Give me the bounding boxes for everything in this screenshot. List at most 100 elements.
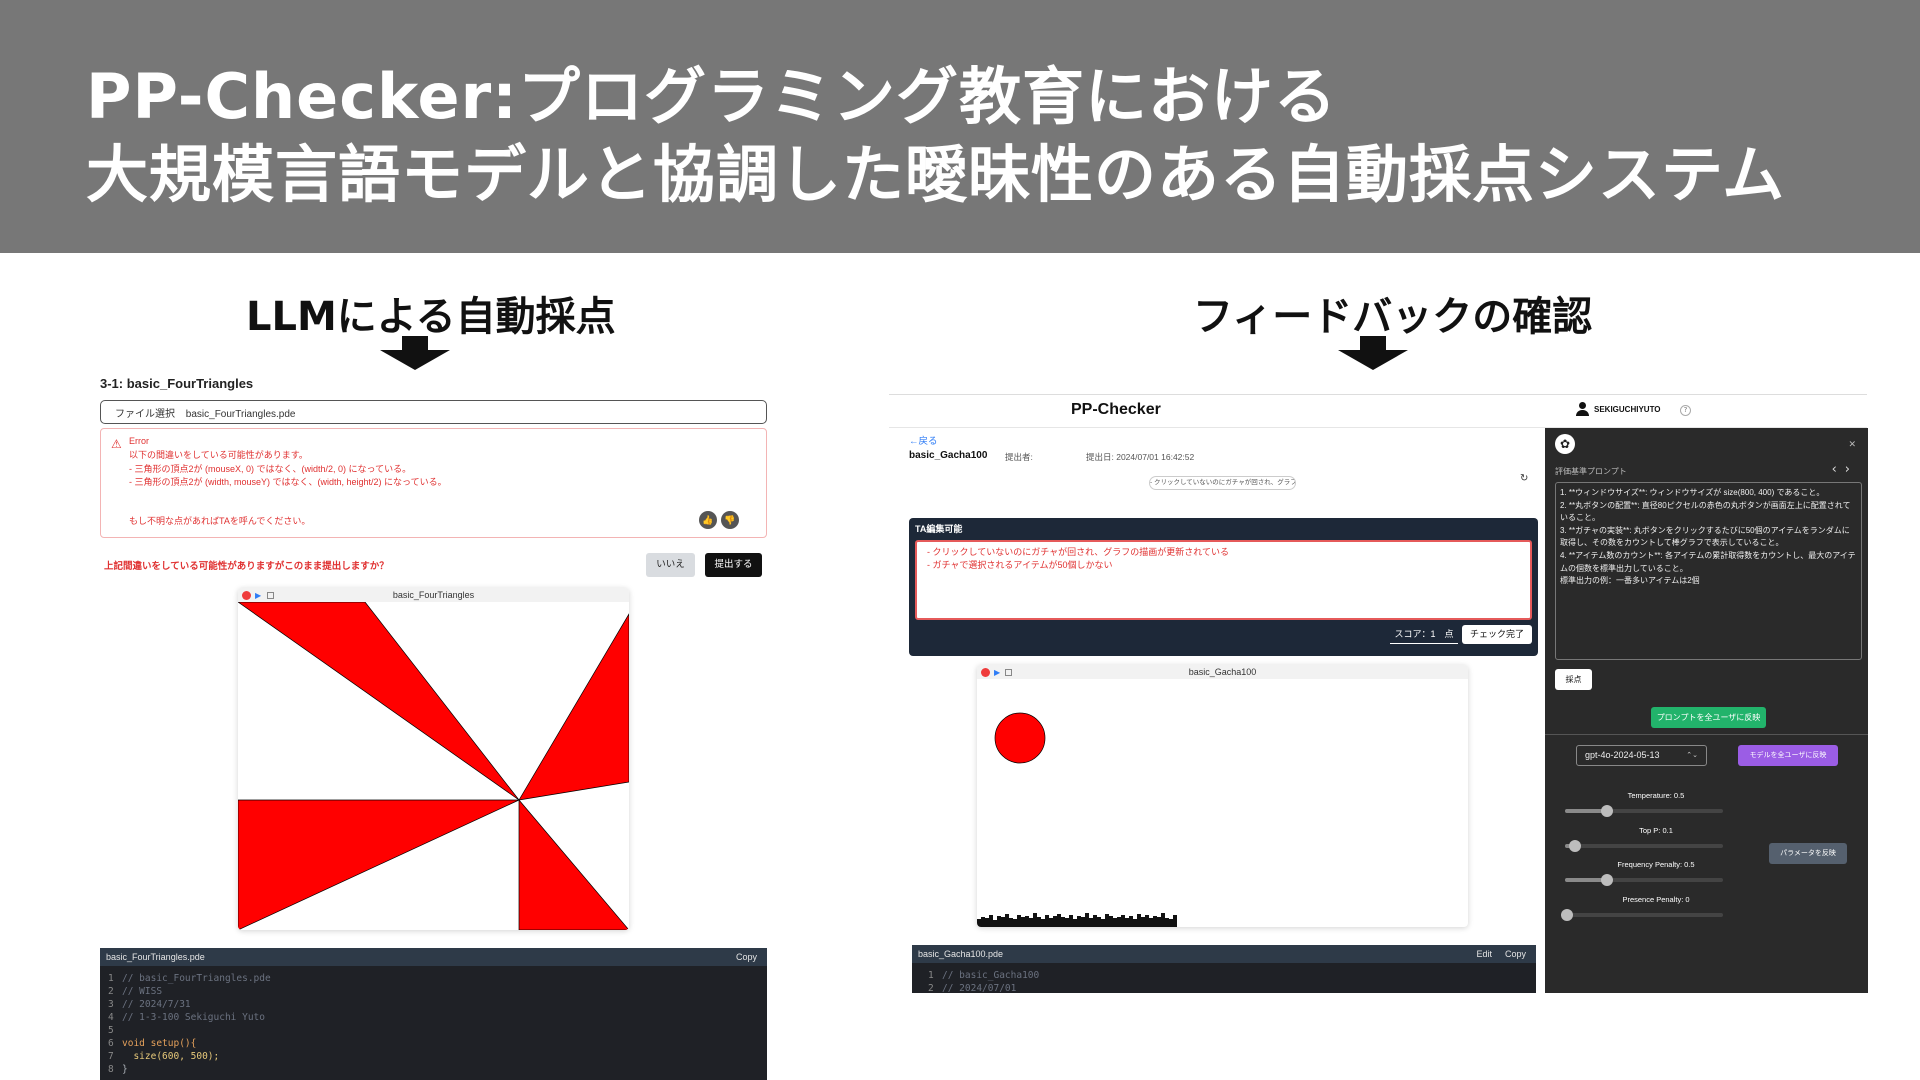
header-top-divider xyxy=(889,394,1867,395)
top-p-slider[interactable] xyxy=(1565,840,1723,852)
code-lines: 1// basic_Gacha100 2// 2024/07/01 xyxy=(928,969,1039,993)
error-title: Error xyxy=(129,436,149,446)
ta-feedback-line: - クリックしていないのにガチャが回され、グラフの描画が更新されている xyxy=(927,547,1229,557)
top-p-label: Top P: 0.1 xyxy=(1639,826,1673,835)
histogram-bar xyxy=(1077,916,1081,927)
title-banner: PP-Checker:プログラミング教育における 大規模言語モデルと協調した曖昧… xyxy=(0,0,1920,253)
back-link[interactable]: ←戻る xyxy=(909,433,938,447)
thumbs-up-icon[interactable]: 👍 xyxy=(699,511,717,529)
code-line: 4// 1-3-100 Sekiguchi Yuto xyxy=(108,1012,265,1023)
histogram-bar xyxy=(997,916,1001,927)
histogram-bar xyxy=(1145,915,1149,927)
stop-icon[interactable] xyxy=(267,592,274,599)
play-icon[interactable]: ▶ xyxy=(255,589,261,603)
temperature-slider[interactable] xyxy=(1565,805,1723,817)
histogram-bar xyxy=(1109,916,1113,927)
gacha-code-viewer: basic_Gacha100.pde Edit Copy 1// basic_G… xyxy=(912,945,1536,993)
copy-button[interactable]: Copy xyxy=(736,948,757,966)
stop-dot-icon[interactable] xyxy=(981,668,990,677)
error-line: - 三角形の頂点2が (mouseX, 0) ではなく、(width/2, 0)… xyxy=(129,463,412,474)
histogram-bar xyxy=(1021,917,1025,927)
edit-button[interactable]: Edit xyxy=(1476,945,1492,963)
feedback-pill[interactable]: - クリックしていないのにガチャが回され、グラフ... xyxy=(1149,476,1296,490)
presence-penalty-slider[interactable] xyxy=(1561,909,1723,921)
slider-knob[interactable] xyxy=(1600,805,1613,817)
histogram-bar xyxy=(1121,915,1125,927)
frequency-penalty-slider[interactable] xyxy=(1565,874,1723,886)
histogram-bar xyxy=(1081,917,1085,927)
grade-button[interactable]: 採点 xyxy=(1555,669,1592,690)
histogram-bar xyxy=(1053,916,1057,927)
histogram-bar xyxy=(1125,918,1129,927)
prompt-label: 評価基準プロンプト xyxy=(1555,467,1627,476)
assignment-name: basic_Gacha100 xyxy=(909,450,988,461)
prompt-line: 4. **アイテム数のカウント**: 各アイテムの累計取得数をカウントし、最大の… xyxy=(1560,550,1856,573)
refresh-icon[interactable]: ↻ xyxy=(1520,473,1528,484)
code-line: 8} xyxy=(108,1064,128,1075)
slider-knob[interactable] xyxy=(1561,909,1573,921)
sketch-title: basic_FourTriangles xyxy=(392,590,475,600)
prompt-line: 1. **ウィンドウサイズ**: ウィンドウサイズが size(800, 400… xyxy=(1560,488,1825,497)
frequency-penalty-label: Frequency Penalty: 0.5 xyxy=(1617,860,1695,869)
code-line: 6 void setup(){ xyxy=(108,1038,197,1049)
left-section-title: LLMによる自動採点 xyxy=(246,294,616,340)
model-select[interactable]: gpt-4o-2024-05-13 ⌃⌄ xyxy=(1576,745,1707,766)
criteria-prompt-textarea[interactable]: 1. **ウィンドウサイズ**: ウィンドウサイズが size(800, 400… xyxy=(1555,482,1862,660)
app-brand[interactable]: PP-Checker xyxy=(1071,401,1161,419)
stop-dot-icon[interactable] xyxy=(242,591,251,600)
triangle-top xyxy=(238,602,520,801)
histogram-bar xyxy=(1085,913,1089,927)
submitted-date: 提出日: 2024/07/01 16:42:52 xyxy=(1086,452,1195,462)
stop-icon[interactable] xyxy=(1005,669,1012,676)
close-icon[interactable]: ✕ xyxy=(1848,440,1856,450)
histogram-bars xyxy=(977,913,1177,927)
prompt-line: 標準出力の例：一番多いアイテムは2個 xyxy=(1560,576,1700,586)
temperature-label: Temperature: 0.5 xyxy=(1627,791,1685,800)
apply-prompt-button[interactable]: プロンプトを全ユーザに反映 xyxy=(1651,707,1766,728)
banner-title-line1: PP-Checker:プログラミング教育における xyxy=(86,60,1337,133)
histogram-bar xyxy=(1029,918,1033,927)
submitter-label: 提出者: xyxy=(1005,452,1033,462)
score-input[interactable]: スコア：1 点 xyxy=(1390,625,1458,644)
code-line: 2// WISS xyxy=(108,986,163,997)
thumbs-down-icon[interactable]: 👎 xyxy=(721,511,739,529)
prompt-nav-arrows[interactable]: ‹› xyxy=(1832,462,1858,477)
apply-params-button[interactable]: パラメータを反映 xyxy=(1769,843,1847,864)
submit-button[interactable]: 提出する xyxy=(705,553,762,577)
histogram-bar xyxy=(1101,919,1105,927)
error-alert: ⚠ Error 以下の間違いをしている可能性があります。 - 三角形の頂点2が … xyxy=(100,428,767,538)
four-triangles-canvas xyxy=(238,602,629,930)
histogram-bar xyxy=(1161,913,1165,927)
banner-title-line2: 大規模言語モデルと協調した曖昧性のある自動採点システム xyxy=(86,138,1786,211)
histogram-bar xyxy=(981,917,985,927)
code-line: 2// 2024/07/01 xyxy=(928,983,1017,993)
slider-knob[interactable] xyxy=(1600,874,1613,886)
histogram-bar xyxy=(1165,918,1169,927)
sketch-title: basic_Gacha100 xyxy=(1188,667,1257,677)
play-icon[interactable]: ▶ xyxy=(994,666,1000,680)
file-select-label: ファイル選択 xyxy=(115,409,175,420)
slider-knob[interactable] xyxy=(1568,840,1581,852)
ta-feedback-textarea[interactable]: - クリックしていないのにガチャが回され、グラフの描画が更新されている - ガチ… xyxy=(915,540,1532,620)
histogram-bar xyxy=(1137,914,1141,927)
histogram-bar xyxy=(1041,919,1045,927)
code-filename: basic_FourTriangles.pde xyxy=(106,952,205,962)
sketch-titlebar: ▶ basic_FourTriangles xyxy=(238,588,629,602)
help-icon[interactable]: ? xyxy=(1680,405,1691,416)
right-section-title: フィードバックの確認 xyxy=(1193,294,1593,340)
histogram-bar xyxy=(1065,918,1069,927)
file-select-field[interactable]: ファイル選択 basic_FourTriangles.pde xyxy=(100,400,767,424)
histogram-bar xyxy=(1113,918,1117,927)
apply-model-button[interactable]: モデルを全ユーザに反映 xyxy=(1738,745,1838,766)
histogram-bar xyxy=(1133,919,1137,927)
llm-settings-panel: ✿ ✕ 評価基準プロンプト ‹› 1. **ウィンドウサイズ**: ウィンドウサ… xyxy=(1545,428,1868,993)
check-complete-button[interactable]: チェック完了 xyxy=(1462,625,1532,644)
no-button[interactable]: いいえ xyxy=(646,553,695,577)
triangle-left xyxy=(238,799,520,930)
histogram-bar xyxy=(993,920,997,927)
presence-penalty-label: Presence Penalty: 0 xyxy=(1622,895,1690,904)
confirm-question: 上記間違いをしている可能性がありますがこのまま提出しますか？ xyxy=(104,561,389,572)
code-lines: 1// basic_FourTriangles.pde 2// WISS 3// 2… xyxy=(108,972,271,1076)
username[interactable]: SEKIGUCHIYUTO xyxy=(1594,405,1661,414)
copy-button[interactable]: Copy xyxy=(1505,945,1526,963)
